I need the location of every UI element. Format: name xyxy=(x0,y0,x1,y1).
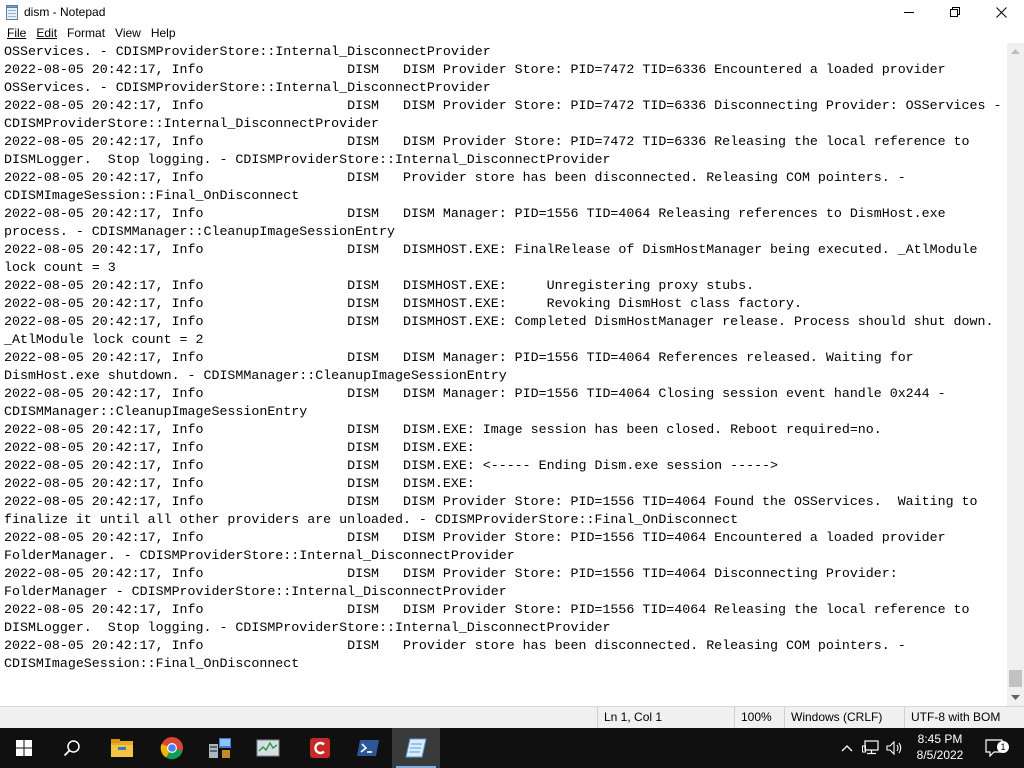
scroll-up-button[interactable] xyxy=(1007,43,1024,60)
volume-button[interactable] xyxy=(884,728,906,768)
taskbar-chrome[interactable] xyxy=(148,728,196,768)
taskbar-clock[interactable]: 8:45 PM 8/5/2022 xyxy=(912,728,968,768)
title-bar[interactable]: dism - Notepad xyxy=(0,0,1024,24)
menu-bar: File Edit Format View Help xyxy=(0,24,1024,43)
windows-start-icon xyxy=(16,740,32,756)
notifications-button[interactable]: 1 xyxy=(982,728,1009,768)
notepad-icon xyxy=(6,4,18,20)
task-manager-icon xyxy=(256,739,280,757)
taskbar-task-manager[interactable] xyxy=(244,728,292,768)
red-c-app-icon xyxy=(310,738,330,758)
zoom-level: 100% xyxy=(734,707,782,728)
chevron-up-icon xyxy=(841,745,853,752)
taskbar-red-app[interactable] xyxy=(296,728,344,768)
taskbar-file-explorer[interactable] xyxy=(98,728,146,768)
encoding: UTF-8 with BOM xyxy=(904,707,1022,728)
taskbar-notepad[interactable] xyxy=(392,728,440,768)
text-editor[interactable]: OSServices. - CDISMProviderStore::Intern… xyxy=(0,43,1007,706)
volume-icon xyxy=(886,740,902,756)
scroll-down-button[interactable] xyxy=(1007,689,1024,706)
search-button[interactable] xyxy=(48,728,96,768)
vertical-scrollbar[interactable] xyxy=(1007,43,1024,706)
notification-count-badge: 1 xyxy=(997,741,1009,753)
server-manager-icon xyxy=(209,738,231,758)
window-controls xyxy=(886,0,1024,24)
powershell-icon xyxy=(357,740,379,756)
menu-help[interactable]: Help xyxy=(146,24,181,43)
minimize-button[interactable] xyxy=(886,0,932,24)
clock-time: 8:45 PM xyxy=(917,732,963,746)
chrome-icon xyxy=(160,737,183,760)
close-button[interactable] xyxy=(978,0,1024,24)
notepad-icon xyxy=(405,738,427,758)
minimize-icon xyxy=(904,12,914,13)
network-icon xyxy=(862,740,879,755)
menu-file[interactable]: File xyxy=(2,24,31,43)
chevron-up-icon xyxy=(1011,49,1020,54)
menu-view[interactable]: View xyxy=(110,24,146,43)
taskbar-server-manager[interactable] xyxy=(196,728,244,768)
network-button[interactable] xyxy=(860,728,882,768)
close-icon xyxy=(995,6,1007,18)
maximize-button[interactable] xyxy=(932,0,978,24)
menu-format[interactable]: Format xyxy=(62,24,110,43)
scrollbar-thumb[interactable] xyxy=(1009,670,1022,687)
clock-date: 8/5/2022 xyxy=(916,748,964,762)
taskbar: 8:45 PM 8/5/2022 1 xyxy=(0,728,1024,768)
search-icon xyxy=(63,740,80,757)
show-hidden-icons-button[interactable] xyxy=(838,728,856,768)
menu-edit[interactable]: Edit xyxy=(31,24,62,43)
start-button[interactable] xyxy=(0,728,48,768)
taskbar-powershell[interactable] xyxy=(344,728,392,768)
file-explorer-icon xyxy=(111,739,133,757)
status-bar: Ln 1, Col 1 100% Windows (CRLF) UTF-8 wi… xyxy=(0,706,1024,728)
line-ending: Windows (CRLF) xyxy=(784,707,900,728)
editor-content[interactable]: OSServices. - CDISMProviderStore::Intern… xyxy=(0,43,1007,673)
restore-icon xyxy=(950,7,960,17)
window-title: dism - Notepad xyxy=(24,5,106,19)
chevron-down-icon xyxy=(1011,695,1020,700)
cursor-position: Ln 1, Col 1 xyxy=(597,707,731,728)
